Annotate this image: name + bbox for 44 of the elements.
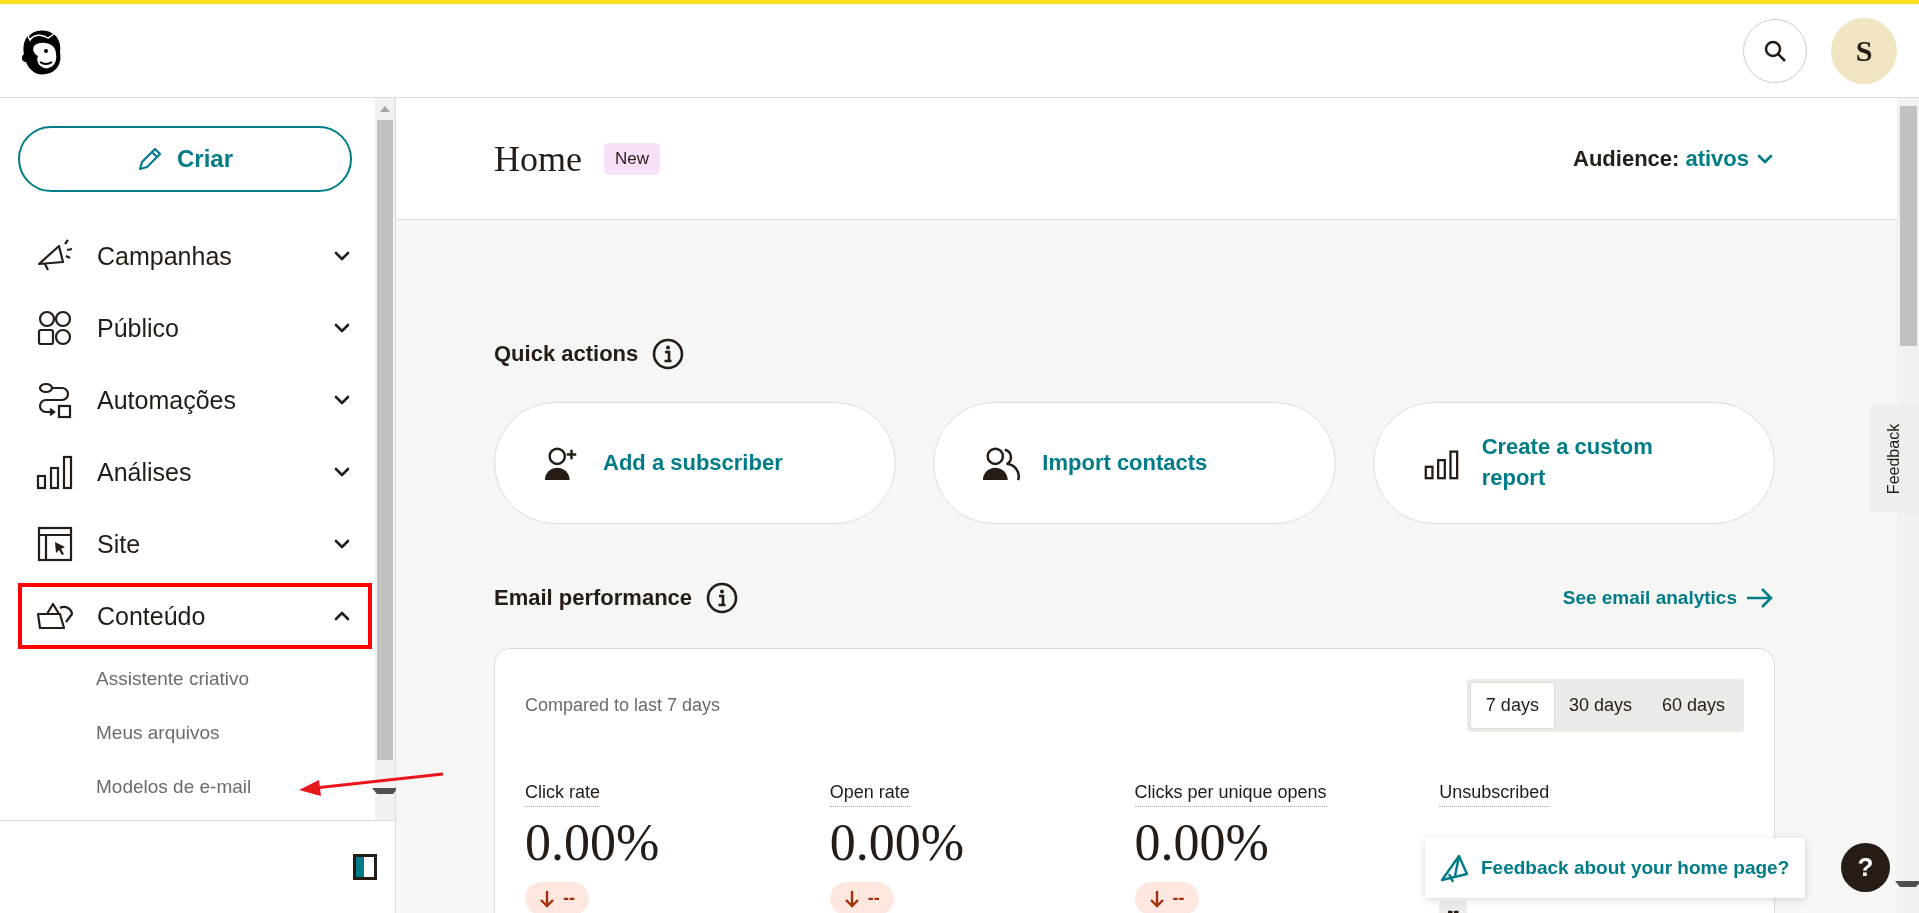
nav-subitem[interactable]: Meus arquivos: [18, 706, 372, 760]
metric-label: Clicks per unique opens: [1134, 782, 1327, 807]
change-badge: --: [1439, 901, 1468, 913]
audience-selector[interactable]: Audience: ativos: [1573, 145, 1775, 172]
nav-item[interactable]: Campanhas: [18, 220, 372, 292]
page-title: Home: [494, 137, 582, 180]
user-avatar[interactable]: S: [1831, 17, 1897, 84]
arrow-icon: [1745, 586, 1775, 610]
metric-value: 0.00%: [525, 813, 661, 872]
range-tab[interactable]: 60 days: [1646, 683, 1740, 728]
comparison-note: Compared to last 7 days: [525, 695, 721, 716]
nav-subitem[interactable]: Modelos de e-mail: [18, 760, 372, 814]
info-icon[interactable]: [652, 338, 685, 370]
email-analytics-link[interactable]: See email analytics: [1562, 586, 1775, 610]
feedback-prompt[interactable]: Feedback about your home page?: [1425, 838, 1805, 898]
nav-item[interactable]: Conteúdo: [18, 580, 372, 652]
quick-action-button[interactable]: Import contacts: [933, 402, 1336, 524]
nav-item[interactable]: Análises: [18, 436, 372, 508]
pencil-icon: [137, 146, 163, 172]
metric-label: Click rate: [525, 782, 600, 807]
nav-subitem[interactable]: Assistente criativo: [18, 652, 372, 706]
create-button[interactable]: Criar: [18, 126, 352, 192]
range-tab[interactable]: 7 days: [1470, 683, 1554, 728]
section-title: Quick actions: [494, 341, 639, 367]
metric-value: 0.00%: [1134, 813, 1270, 872]
info-icon[interactable]: [706, 582, 739, 614]
nav-item[interactable]: Automações: [18, 364, 372, 436]
change-badge: --: [1134, 882, 1199, 913]
panel-toggle-icon[interactable]: [353, 854, 377, 880]
section-title: Email performance: [494, 585, 693, 611]
nav-item[interactable]: Público: [18, 292, 372, 364]
range-tab[interactable]: 30 days: [1553, 683, 1647, 728]
feedback-tab[interactable]: Feedback: [1870, 405, 1919, 513]
window-cursor-icon: [35, 524, 75, 564]
nav-item[interactable]: Site: [18, 508, 372, 580]
change-badge: --: [525, 882, 589, 913]
quick-action-button[interactable]: Add a subscriber: [494, 402, 897, 524]
metric-label: Unsubscribed: [1439, 782, 1550, 807]
quick-action-button[interactable]: Create a custom report: [1372, 402, 1775, 524]
new-badge: New: [604, 142, 660, 175]
change-badge: --: [829, 882, 894, 913]
metric-value: 0.00%: [829, 813, 966, 872]
metric-label: Open rate: [829, 782, 910, 807]
scrollbar[interactable]: [375, 98, 395, 820]
